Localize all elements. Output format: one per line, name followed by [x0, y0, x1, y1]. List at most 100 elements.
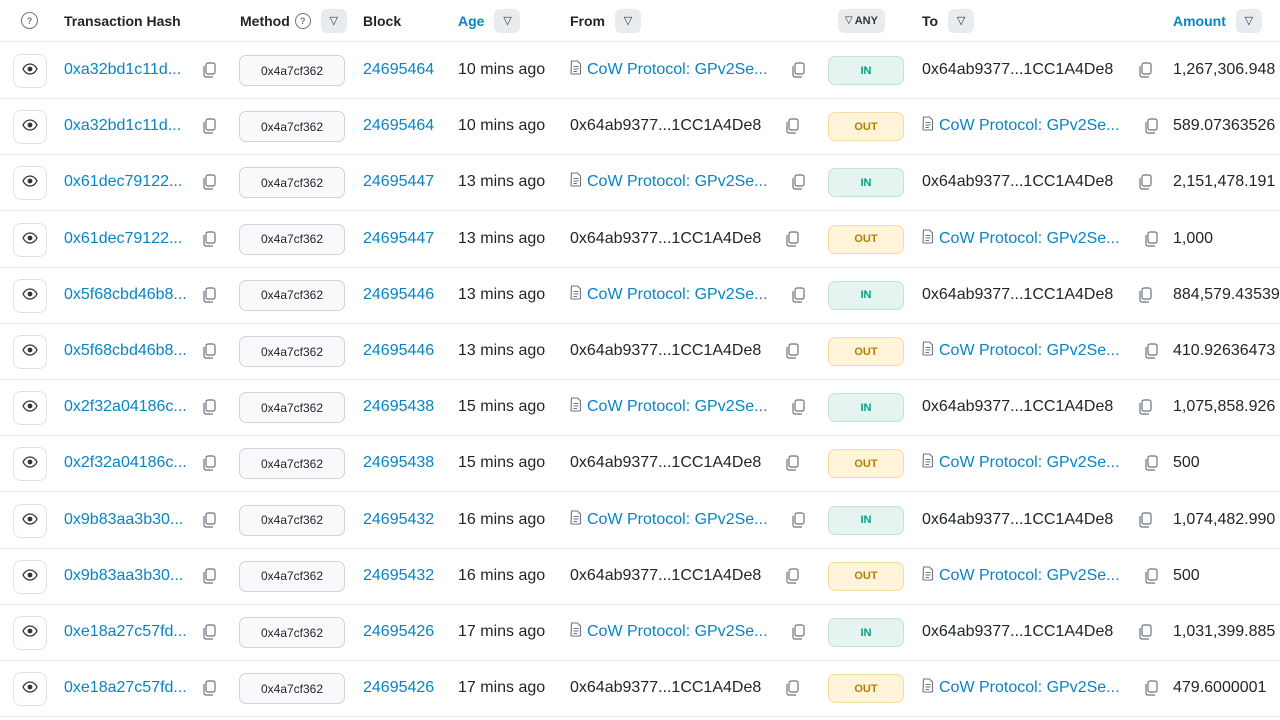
copy-icon[interactable]: [791, 399, 805, 415]
from-filter-button[interactable]: ▽: [615, 8, 641, 33]
header-amount-label[interactable]: Amount: [1173, 13, 1226, 29]
preview-eye-button[interactable]: [13, 278, 47, 313]
method-badge[interactable]: 0x4a7cf362: [239, 55, 345, 86]
method-badge[interactable]: 0x4a7cf362: [239, 448, 345, 480]
tx-hash-link[interactable]: 0xa32bd1c11d...: [64, 117, 181, 135]
block-link[interactable]: 24695426: [363, 679, 434, 697]
from-address[interactable]: 0x64ab9377...1CC1A4De8: [570, 454, 761, 472]
header-amount[interactable]: Amount ▽: [1173, 0, 1262, 41]
copy-icon[interactable]: [1138, 62, 1152, 78]
copy-icon[interactable]: [1138, 511, 1152, 528]
copy-icon[interactable]: [1138, 399, 1152, 415]
to-address[interactable]: CoW Protocol: GPv2Se...: [939, 117, 1120, 135]
copy-icon[interactable]: [202, 230, 216, 247]
header-age-label[interactable]: Age: [458, 13, 484, 29]
to-address[interactable]: CoW Protocol: GPv2Se...: [939, 342, 1120, 360]
to-address[interactable]: 0x64ab9377...1CC1A4De8: [922, 173, 1113, 191]
method-badge[interactable]: 0x4a7cf362: [239, 336, 345, 367]
preview-eye-button[interactable]: [13, 616, 47, 650]
copy-icon[interactable]: [1138, 174, 1152, 190]
method-info-icon[interactable]: ?: [294, 12, 311, 29]
block-link[interactable]: 24695432: [363, 567, 434, 585]
copy-icon[interactable]: [1144, 455, 1158, 471]
copy-icon[interactable]: [785, 680, 799, 696]
tx-hash-link[interactable]: 0x2f32a04186c...: [64, 454, 187, 472]
copy-icon[interactable]: [785, 118, 799, 134]
copy-icon[interactable]: [1144, 118, 1158, 134]
method-badge[interactable]: 0x4a7cf362: [239, 617, 345, 648]
preview-eye-button[interactable]: [13, 391, 47, 426]
method-badge[interactable]: 0x4a7cf362: [239, 392, 345, 424]
block-link[interactable]: 24695447: [363, 230, 434, 248]
block-link[interactable]: 24695438: [363, 454, 434, 472]
method-badge[interactable]: 0x4a7cf362: [239, 167, 345, 199]
from-address[interactable]: CoW Protocol: GPv2Se...: [587, 61, 768, 79]
from-address[interactable]: 0x64ab9377...1CC1A4De8: [570, 567, 761, 585]
copy-icon[interactable]: [202, 62, 216, 78]
preview-eye-button[interactable]: [13, 222, 47, 257]
preview-eye-button[interactable]: [13, 54, 47, 88]
copy-icon[interactable]: [785, 230, 799, 247]
to-address[interactable]: 0x64ab9377...1CC1A4De8: [922, 511, 1113, 529]
copy-icon[interactable]: [202, 568, 216, 584]
method-badge[interactable]: 0x4a7cf362: [239, 504, 345, 536]
copy-icon[interactable]: [785, 568, 799, 584]
preview-eye-button[interactable]: [13, 503, 47, 538]
copy-icon[interactable]: [202, 118, 216, 134]
preview-eye-button[interactable]: [13, 447, 47, 482]
header-help[interactable]: ?: [21, 0, 38, 41]
method-filter-button[interactable]: ▽: [320, 8, 347, 33]
copy-icon[interactable]: [791, 174, 805, 190]
copy-icon[interactable]: [202, 511, 216, 528]
to-address[interactable]: CoW Protocol: GPv2Se...: [939, 230, 1120, 248]
copy-icon[interactable]: [202, 680, 216, 696]
tx-hash-link[interactable]: 0x61dec79122...: [64, 230, 182, 248]
to-address[interactable]: 0x64ab9377...1CC1A4De8: [922, 61, 1113, 79]
block-link[interactable]: 24695446: [363, 286, 434, 304]
copy-icon[interactable]: [202, 455, 216, 471]
to-address[interactable]: CoW Protocol: GPv2Se...: [939, 567, 1120, 585]
tx-hash-link[interactable]: 0x5f68cbd46b8...: [64, 342, 187, 360]
amount-filter-button[interactable]: ▽: [1235, 8, 1262, 33]
method-badge[interactable]: 0x4a7cf362: [239, 560, 345, 592]
from-address[interactable]: CoW Protocol: GPv2Se...: [587, 511, 768, 529]
method-badge[interactable]: 0x4a7cf362: [239, 673, 345, 705]
copy-icon[interactable]: [1144, 230, 1158, 247]
block-link[interactable]: 24695432: [363, 511, 434, 529]
tx-hash-link[interactable]: 0x2f32a04186c...: [64, 398, 187, 416]
method-badge[interactable]: 0x4a7cf362: [239, 223, 345, 255]
method-badge[interactable]: 0x4a7cf362: [239, 279, 345, 311]
block-link[interactable]: 24695464: [363, 117, 434, 135]
copy-icon[interactable]: [202, 174, 216, 190]
block-link[interactable]: 24695464: [363, 61, 434, 79]
to-address[interactable]: 0x64ab9377...1CC1A4De8: [922, 398, 1113, 416]
copy-icon[interactable]: [1138, 287, 1152, 303]
from-address[interactable]: CoW Protocol: GPv2Se...: [587, 623, 768, 641]
block-link[interactable]: 24695426: [363, 623, 434, 641]
from-address[interactable]: CoW Protocol: GPv2Se...: [587, 398, 768, 416]
preview-eye-button[interactable]: [13, 166, 47, 201]
copy-icon[interactable]: [791, 511, 805, 528]
copy-icon[interactable]: [202, 399, 216, 415]
tx-hash-link[interactable]: 0xe18a27c57fd...: [64, 623, 187, 641]
from-address[interactable]: CoW Protocol: GPv2Se...: [587, 286, 768, 304]
preview-eye-button[interactable]: [13, 672, 47, 707]
tx-hash-link[interactable]: 0xa32bd1c11d...: [64, 61, 181, 79]
from-address[interactable]: CoW Protocol: GPv2Se...: [587, 173, 768, 191]
from-address[interactable]: 0x64ab9377...1CC1A4De8: [570, 117, 761, 135]
copy-icon[interactable]: [202, 343, 216, 359]
to-address[interactable]: 0x64ab9377...1CC1A4De8: [922, 286, 1113, 304]
from-address[interactable]: 0x64ab9377...1CC1A4De8: [570, 342, 761, 360]
copy-icon[interactable]: [1144, 343, 1158, 359]
block-link[interactable]: 24695438: [363, 398, 434, 416]
direction-filter-button[interactable]: ▽ ANY: [838, 8, 885, 33]
header-age[interactable]: Age ▽: [458, 0, 521, 41]
tx-hash-link[interactable]: 0x5f68cbd46b8...: [64, 286, 187, 304]
copy-icon[interactable]: [785, 343, 799, 359]
preview-eye-button[interactable]: [13, 110, 47, 145]
from-address[interactable]: 0x64ab9377...1CC1A4De8: [570, 230, 761, 248]
age-filter-button[interactable]: ▽: [494, 8, 521, 33]
tx-hash-link[interactable]: 0xe18a27c57fd...: [64, 679, 187, 697]
method-badge[interactable]: 0x4a7cf362: [239, 111, 345, 143]
copy-icon[interactable]: [202, 624, 216, 640]
